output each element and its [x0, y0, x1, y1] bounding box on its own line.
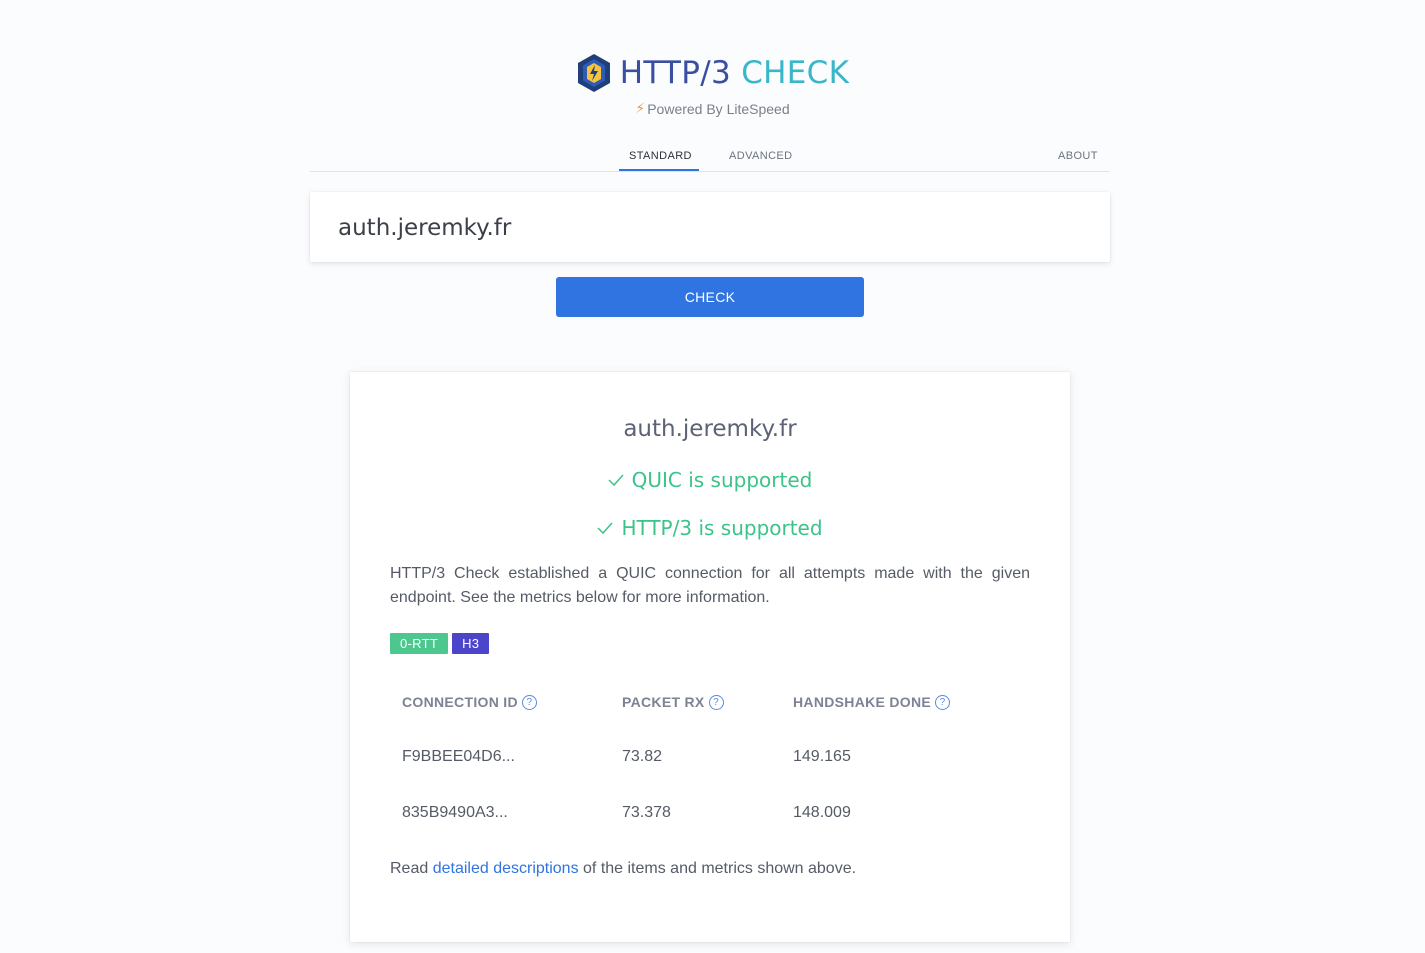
check-icon: [597, 522, 613, 535]
litespeed-logo-icon: [577, 54, 610, 92]
logo-title-http3: HTTP/3: [619, 55, 732, 91]
app-header: HTTP/3 CHECK ⚡ Powered By LiteSpeed: [0, 52, 1425, 117]
read-more-suffix: of the items and metrics shown above.: [578, 860, 857, 877]
quic-status: QUIC is supported: [350, 468, 1070, 492]
read-more: Read detailed descriptions of the items …: [390, 860, 856, 878]
tab-about[interactable]: ABOUT: [1058, 150, 1098, 162]
result-description: HTTP/3 Check established a QUIC connecti…: [390, 565, 1030, 606]
logo[interactable]: HTTP/3 CHECK: [0, 52, 1425, 94]
domain-input[interactable]: [338, 212, 1078, 244]
tab-advanced[interactable]: ADVANCED: [729, 150, 793, 162]
table-cell: 73.378: [622, 804, 671, 821]
badge-0rtt: 0-RTT: [390, 633, 449, 654]
active-tab-indicator: [619, 169, 699, 171]
table-cell: 73.82: [622, 748, 663, 765]
header-handshake-done: HANDSHAKE DONE ?: [793, 694, 950, 710]
read-more-prefix: Read: [390, 860, 433, 877]
header-handshake-done-label: HANDSHAKE DONE: [793, 694, 931, 710]
header-connection-id: CONNECTION ID ?: [402, 694, 537, 710]
table-cell: F9BBEE04D6...: [402, 748, 515, 765]
header-packet-rx: PACKET RX ?: [622, 694, 724, 710]
help-icon[interactable]: ?: [521, 694, 537, 710]
header-packet-rx-label: PACKET RX: [622, 694, 705, 710]
detailed-descriptions-link[interactable]: detailed descriptions: [433, 860, 579, 877]
table-cell: 835B9490A3...: [402, 804, 508, 821]
http3-status-text: HTTP/3 is supported: [621, 516, 823, 540]
quic-status-text: QUIC is supported: [631, 468, 813, 492]
tab-standard[interactable]: STANDARD: [629, 150, 692, 162]
powered-by-text[interactable]: Powered By LiteSpeed: [647, 101, 789, 117]
badges: 0-RTT H3: [390, 633, 490, 654]
help-icon[interactable]: ?: [935, 694, 950, 710]
check-icon: [608, 474, 624, 487]
bolt-icon: ⚡: [635, 100, 646, 116]
search-box: [310, 192, 1110, 262]
logo-title-check: CHECK: [741, 55, 850, 91]
http3-status: HTTP/3 is supported: [350, 516, 1070, 540]
tab-bar: STANDARD ADVANCED ABOUT: [310, 140, 1110, 172]
result-domain: auth.jeremky.fr: [623, 416, 797, 442]
header-connection-id-label: CONNECTION ID: [402, 694, 518, 710]
badge-h3: H3: [452, 633, 490, 654]
table-cell: 149.165: [793, 748, 851, 765]
table-cell: 148.009: [793, 804, 851, 821]
help-icon[interactable]: ?: [708, 694, 724, 710]
check-button[interactable]: CHECK: [556, 277, 864, 317]
result-card: auth.jeremky.fr QUIC is supported HTTP/3…: [350, 372, 1070, 942]
powered-by: ⚡ Powered By LiteSpeed: [0, 100, 1425, 117]
